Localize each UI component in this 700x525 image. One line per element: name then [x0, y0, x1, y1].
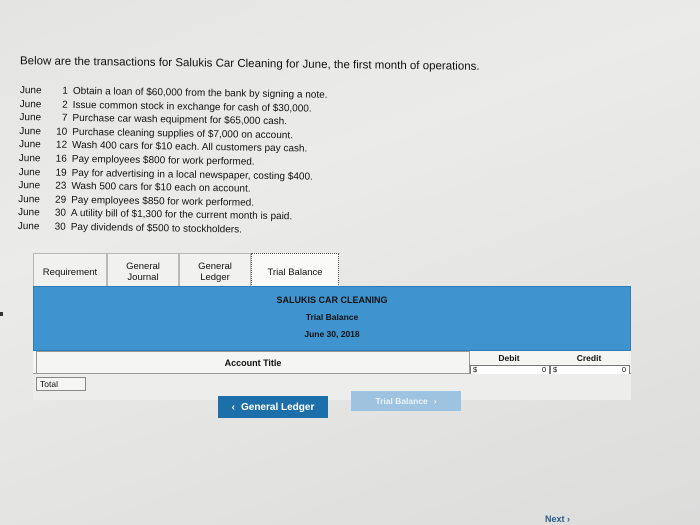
company-name: SALUKIS CAR CLEANING — [276, 295, 388, 305]
transaction-month: June — [18, 152, 41, 165]
credit-currency: $ — [553, 365, 558, 374]
tab-trial-balance-label: Trial Balance — [267, 266, 323, 278]
column-header-row: Account Title Debit Credit $ 0 $ 0 — [33, 351, 631, 375]
transaction-month: June — [18, 193, 40, 206]
general-ledger-button[interactable]: ‹ General Ledger — [218, 396, 328, 418]
transaction-month: June — [17, 207, 40, 219]
debit-currency: $ — [473, 365, 478, 374]
account-title-header: Account Title — [36, 351, 470, 375]
next-label: Next — [545, 514, 565, 524]
transactions-list: June 1 Obtain a loan of $60,000 from the b… — [18, 84, 400, 239]
transaction-day: 7 — [61, 112, 68, 124]
tab-requirement-label: Requirement — [42, 266, 98, 278]
tab-general-journal-label: General Journal — [126, 261, 160, 283]
chevron-left-icon: ‹ — [231, 401, 235, 413]
debit-total-value: 0 — [541, 365, 546, 374]
report-title: Trial Balance — [305, 312, 359, 322]
trial-balance-header: SALUKIS CAR CLEANING Trial Balance June … — [33, 286, 631, 351]
transaction-month: June — [19, 98, 42, 110]
transaction-day: 29 — [54, 194, 67, 206]
transaction-month: June — [19, 84, 42, 97]
page: Below are the transactions for Salukis C… — [0, 0, 700, 525]
total-label: Total — [36, 377, 86, 391]
report-date: June 30, 2018 — [304, 329, 360, 339]
general-ledger-button-label: General Ledger — [240, 401, 315, 413]
transaction-day: 10 — [56, 126, 68, 138]
next-button[interactable]: Next › — [545, 514, 570, 524]
transaction-text: Pay dividends of $500 to stockholders. — [70, 221, 243, 236]
transaction-day: 19 — [55, 167, 67, 179]
transaction-month: June — [19, 125, 42, 138]
transaction-day: 16 — [55, 153, 67, 165]
credit-header: Credit — [576, 353, 602, 363]
transaction-month: June — [17, 220, 40, 233]
intro-text: Below are the transactions for Salukis C… — [20, 55, 480, 73]
transaction-month: June — [18, 166, 41, 178]
transaction-day: 30 — [54, 221, 66, 233]
trial-balance-button-label: Trial Balance — [375, 396, 428, 406]
chevron-right-icon: › — [433, 396, 437, 406]
edge-mark — [0, 312, 3, 316]
transaction-day: 1 — [62, 85, 68, 97]
credit-total-value: 0 — [621, 365, 626, 374]
chevron-right-icon: › — [567, 514, 571, 524]
tab-general-ledger-label: General Ledger — [198, 261, 232, 283]
transaction-month: June — [18, 180, 41, 192]
transaction-day: 23 — [55, 180, 67, 192]
transaction-month: June — [19, 112, 42, 124]
debit-header: Debit — [498, 353, 520, 363]
total-row: Total — [33, 374, 631, 400]
transaction-day: 12 — [55, 139, 68, 152]
transaction-month: June — [18, 139, 41, 151]
transaction-day: 2 — [62, 99, 68, 111]
transaction-day: 30 — [54, 207, 67, 220]
trial-balance-panel: SALUKIS CAR CLEANING Trial Balance June … — [33, 286, 631, 400]
trial-balance-button[interactable]: Trial Balance › — [351, 391, 461, 411]
